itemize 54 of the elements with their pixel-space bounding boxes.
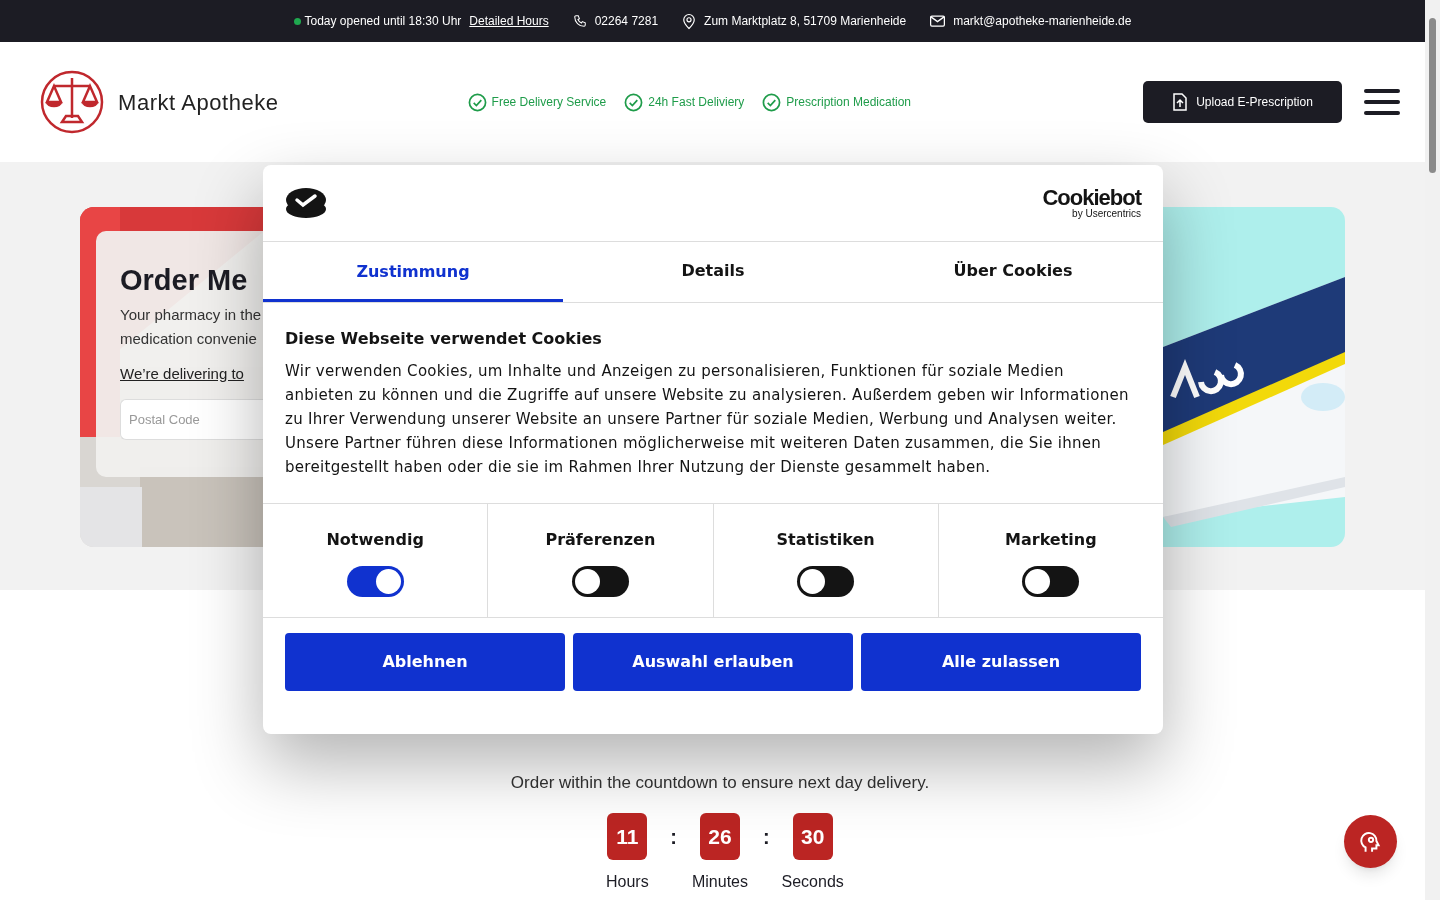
category-label: Marketing — [1005, 529, 1097, 551]
category-label: Präferenzen — [545, 529, 656, 551]
toggle-switch[interactable] — [797, 566, 855, 597]
toggle-switch[interactable] — [1022, 566, 1080, 597]
scales-logo-icon — [40, 70, 104, 134]
mail-icon — [930, 15, 946, 27]
phone-number[interactable]: 02264 7281 — [594, 12, 659, 30]
hero-title: Order Me — [120, 263, 249, 298]
consent-tab[interactable]: Zustimmung — [263, 242, 563, 302]
feature-label: Prescription Medication — [786, 94, 912, 111]
opening-hours-text: Today opened until 18:30 Uhr — [304, 13, 462, 30]
colon-separator: : — [763, 824, 770, 850]
consent-tab[interactable]: Details — [563, 242, 863, 302]
check-circle-icon — [467, 92, 487, 112]
consent-check-icon — [285, 187, 327, 219]
consent-button[interactable]: Auswahl erlauben — [573, 633, 853, 691]
upload-file-icon — [1172, 93, 1189, 111]
address-text: Zum Marktplatz 8, 51709 Marienheide — [704, 13, 907, 30]
detailed-hours-link[interactable]: Detailed Hours — [469, 12, 549, 30]
menu-icon[interactable] — [1364, 89, 1400, 115]
toggle-switch[interactable] — [346, 566, 404, 597]
category-label: Statistiken — [776, 529, 875, 551]
consent-tab[interactable]: Über Cookies — [863, 242, 1163, 302]
countdown-value: 11 — [607, 813, 648, 860]
toggle-switch[interactable] — [571, 566, 629, 597]
feature-label: Free Delivery Service — [491, 94, 607, 111]
countdown-label: Hours — [606, 873, 649, 891]
countdown-label: Minutes — [692, 873, 748, 891]
phone-icon — [572, 14, 587, 28]
feature-label: 24h Fast Deliviery — [648, 94, 745, 111]
chat-button[interactable] — [1344, 815, 1397, 868]
delivery-area-link[interactable]: We’re delivering to — [120, 362, 263, 385]
upload-prescription-button[interactable]: Upload E-Prescription — [1143, 81, 1342, 123]
order-subtitle: Order within the countdown to ensure next day delivery. — [510, 773, 930, 793]
cookiebot-brand: Cookiebot — [1042, 187, 1141, 209]
consent-heading: Diese Webseite verwendet Cookies — [285, 328, 603, 350]
category-label: Notwendig — [326, 529, 424, 551]
location-pin-icon — [682, 12, 697, 30]
scrollbar[interactable] — [1425, 0, 1440, 900]
countdown-label: Seconds — [781, 873, 844, 891]
check-circle-icon — [624, 92, 644, 112]
brand-name[interactable]: Markt Apotheke — [118, 85, 279, 119]
hero-text-line: medication convenie — [120, 328, 258, 349]
consent-button[interactable]: Alle zulassen — [861, 633, 1141, 691]
postal-code-field[interactable]: Postal Code — [120, 399, 263, 440]
consent-button[interactable]: Ablehnen — [285, 633, 565, 691]
consent-description: Wir verwenden Cookies, um Inhalte und Anzeigen zu personalisieren, Funktionen für soziale Medien anbieten zu können und die Zugriffe auf unsere Website zu analysieren. Außerdem geben wir Informationen zu Ihrer Verwendung unserer Website an unsere Partner für soziale Medien, Werbung und Analysen weiter. Unsere Partner führen diese Informationen möglicherweise mit weiteren Daten zusammen, die Sie ihnen bereitgestellt haben oder die sie im Rahmen Ihrer Nutzung der Dienste gesammelt haben. — [285, 361, 1130, 478]
colon-separator: : — [670, 824, 677, 850]
hero-text-line: Your pharmacy in the — [120, 304, 263, 325]
cookiebot-subtitle: by Usercentrics — [1072, 209, 1141, 219]
check-circle-icon — [762, 92, 782, 112]
email-address[interactable]: markt@apotheke-marienheide.de — [953, 12, 1132, 30]
countdown-value: 26 — [700, 813, 740, 860]
countdown-value: 30 — [792, 813, 833, 860]
